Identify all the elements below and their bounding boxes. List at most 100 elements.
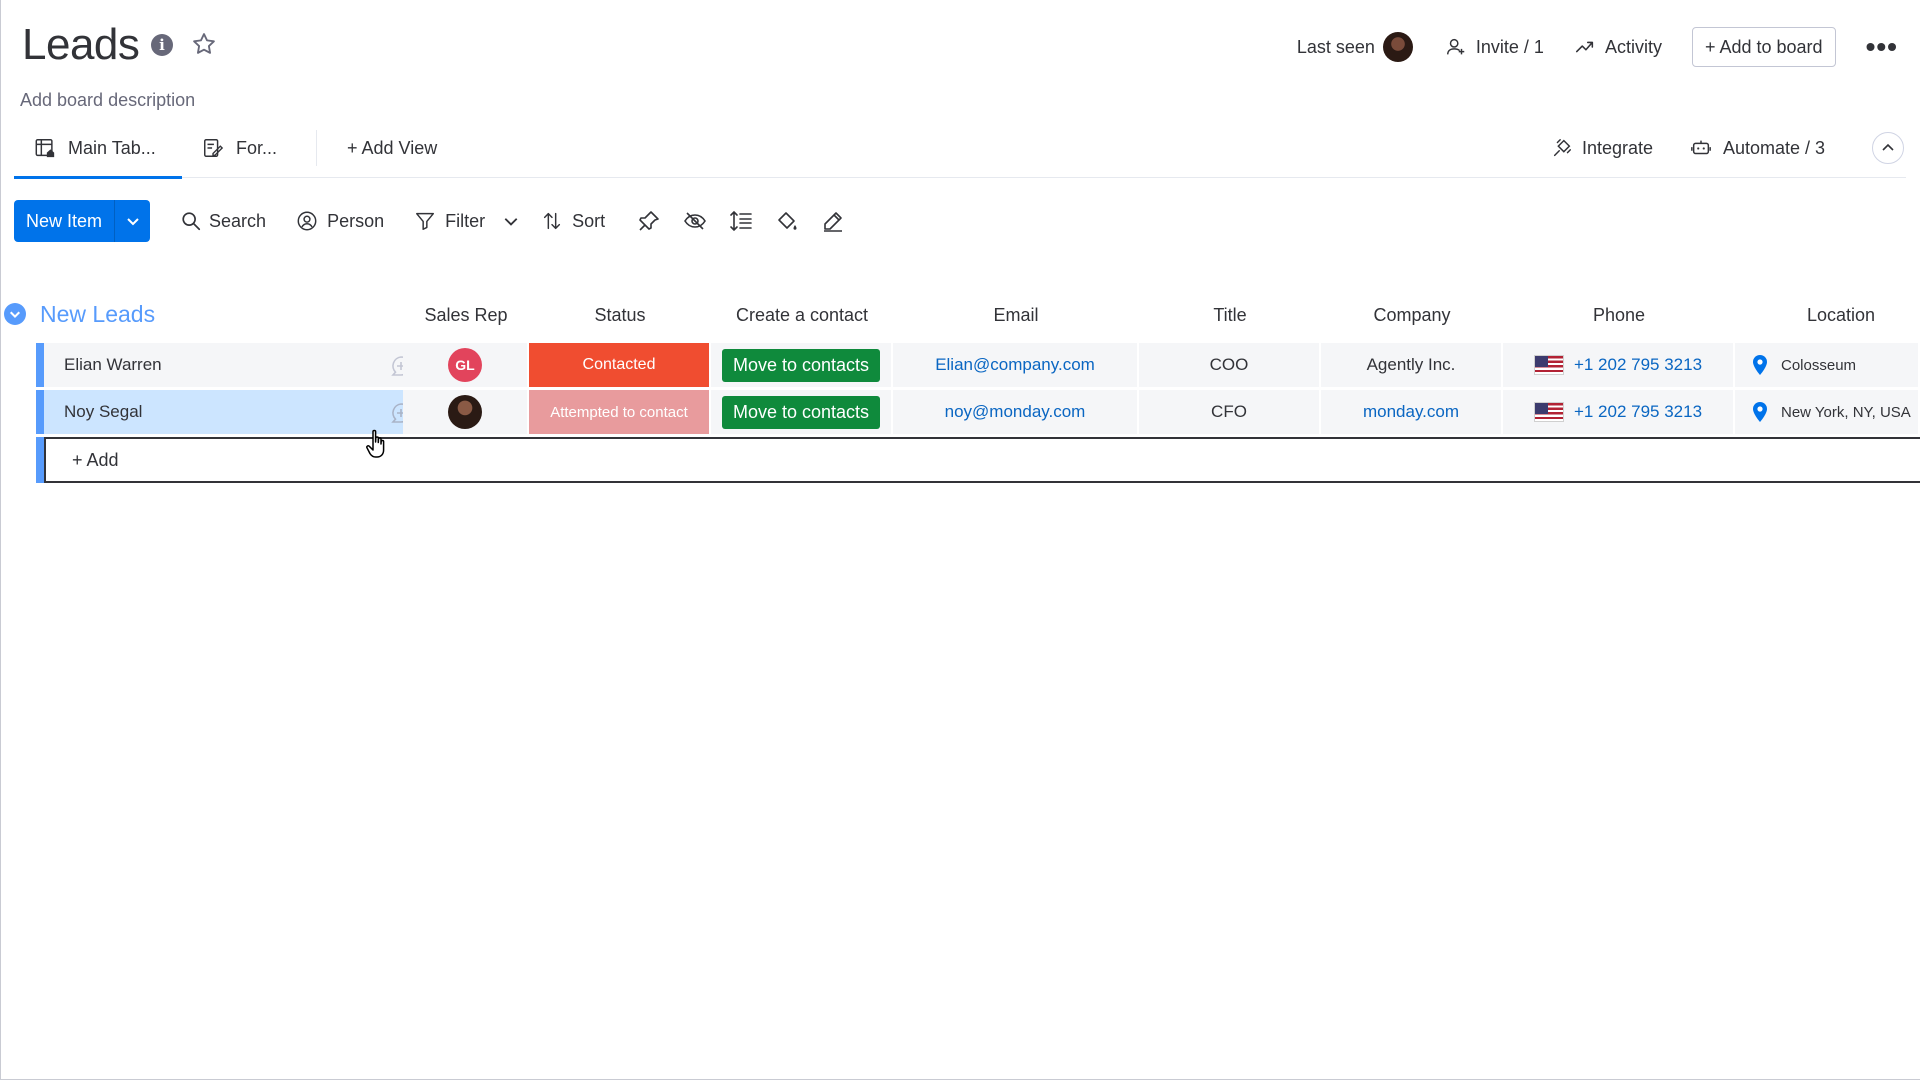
sort-label: Sort [572,210,606,231]
column-header-email[interactable]: Email [893,300,1139,330]
board-description[interactable]: Add board description [20,90,195,111]
chevron-up-icon [1882,143,1894,151]
robot-icon [1691,140,1711,155]
group-collapse-toggle[interactable] [4,303,26,325]
funnel-icon [416,212,435,230]
new-item-dropdown[interactable] [114,200,150,242]
pencil-icon[interactable] [821,209,845,233]
move-to-contacts-button[interactable]: Move to contacts [721,348,881,382]
invite-label: Invite / 1 [1475,36,1544,57]
board-toolbar: New Item Search Person Filter Sort [14,200,845,242]
add-row-edge [44,437,46,483]
item-name[interactable]: Noy Segal [64,402,142,422]
email-cell[interactable]: noy@monday.com [893,390,1139,434]
group-title[interactable]: New Leads [40,301,155,328]
chevron-down-icon [126,218,139,226]
last-seen[interactable]: Last seen [1297,32,1413,62]
location-text: New York, NY, USA [1781,403,1911,421]
activity-button[interactable]: Activity [1574,36,1662,58]
company-cell[interactable]: Agently Inc. [1321,343,1503,387]
collapse-header-button[interactable] [1872,132,1904,164]
activity-label: Activity [1604,36,1662,57]
automate-button[interactable]: Automate / 3 [1690,118,1825,178]
person-icon [297,211,317,231]
person-label: Person [327,210,385,231]
email-cell[interactable]: Elian@company.com [893,343,1139,387]
row-group-color-strip [36,343,44,387]
sales-rep-cell[interactable] [403,390,529,434]
title-cell[interactable]: CFO [1139,390,1321,434]
tab-main-table[interactable]: Main Tab... [14,118,182,179]
title-cell[interactable]: COO [1139,343,1321,387]
star-icon[interactable] [190,30,218,58]
filter-button[interactable]: Filter [414,210,519,232]
avatar [448,395,482,429]
location-cell[interactable]: Colosseum [1735,343,1920,387]
phone-cell[interactable]: +1 202 795 3213 [1503,343,1735,387]
location-pin-icon [1753,355,1767,375]
board-title[interactable]: Leads [22,20,140,70]
search-icon [182,212,201,231]
tab-form-label: For... [236,137,278,158]
company-cell[interactable]: monday.com [1321,390,1503,434]
person-filter-button[interactable]: Person [296,210,384,232]
add-to-board-button[interactable]: + Add to board [1691,27,1836,67]
sort-icon [544,212,561,230]
phone-cell[interactable]: +1 202 795 3213 [1503,390,1735,434]
paint-bucket-icon[interactable] [775,209,799,233]
location-text: Colosseum [1781,356,1857,374]
column-header-status[interactable]: Status [529,300,711,330]
create-contact-cell: Move to contacts [711,390,893,434]
trend-icon [1575,41,1594,53]
tab-form[interactable]: For... [202,118,277,178]
sort-button[interactable]: Sort [541,210,605,232]
filter-label: Filter [445,210,486,231]
move-to-contacts-button[interactable]: Move to contacts [721,395,881,429]
info-icon[interactable]: i [151,34,173,56]
location-pin-icon [1753,402,1767,422]
group-header: New Leads [4,298,155,330]
more-options-button[interactable]: ••• [1866,33,1898,61]
chevron-down-icon[interactable] [503,213,519,229]
last-seen-label: Last seen [1296,36,1375,57]
add-item-label[interactable]: + Add [72,450,119,471]
add-view-button[interactable]: + Add View [347,118,437,178]
form-icon [204,139,224,157]
column-header-company[interactable]: Company [1321,300,1503,330]
status-cell[interactable]: Contacted [529,343,711,387]
plug-icon [1553,139,1571,157]
add-item-row[interactable]: + Add [36,437,1920,483]
sales-rep-cell[interactable]: GL [403,343,529,387]
column-header-title[interactable]: Title [1139,300,1321,330]
us-flag-icon [1533,402,1564,422]
phone-link[interactable]: +1 202 795 3213 [1574,402,1702,422]
integrate-label: Integrate [1582,137,1654,158]
row-height-icon[interactable] [729,209,753,233]
column-header-sales-rep[interactable]: Sales Rep [403,300,529,330]
tab-main-table-label: Main Tab... [68,137,156,158]
new-item-button[interactable]: New Item [14,200,151,242]
new-item-label[interactable]: New Item [14,200,114,242]
phone-link[interactable]: +1 202 795 3213 [1574,355,1702,375]
item-name-cell[interactable]: Elian Warren [44,343,435,387]
hide-icon[interactable] [683,209,707,233]
avatar: GL [448,348,482,382]
automate-label: Automate / 3 [1723,137,1826,158]
invite-button[interactable]: Invite / 1 [1445,36,1544,58]
column-header-phone[interactable]: Phone [1503,300,1735,330]
column-header-create-contact[interactable]: Create a contact [711,300,893,330]
person-add-icon [1446,38,1465,55]
integrate-button[interactable]: Integrate [1551,118,1653,178]
hand-cursor-icon [366,429,385,458]
home-table-icon [35,139,55,158]
location-cell[interactable]: New York, NY, USA [1735,390,1920,434]
row-group-color-strip [36,437,44,483]
last-seen-avatar [1382,32,1413,62]
chevron-down-icon [9,311,21,319]
board-header-actions: Last seen Invite / 1 Activity + Add to b… [1297,26,1920,68]
item-name[interactable]: Elian Warren [64,355,162,375]
status-cell[interactable]: Attempted to contact [529,390,711,434]
search-button[interactable]: Search [180,210,266,232]
pin-icon[interactable] [637,209,661,233]
column-header-location[interactable]: Location [1735,300,1920,330]
